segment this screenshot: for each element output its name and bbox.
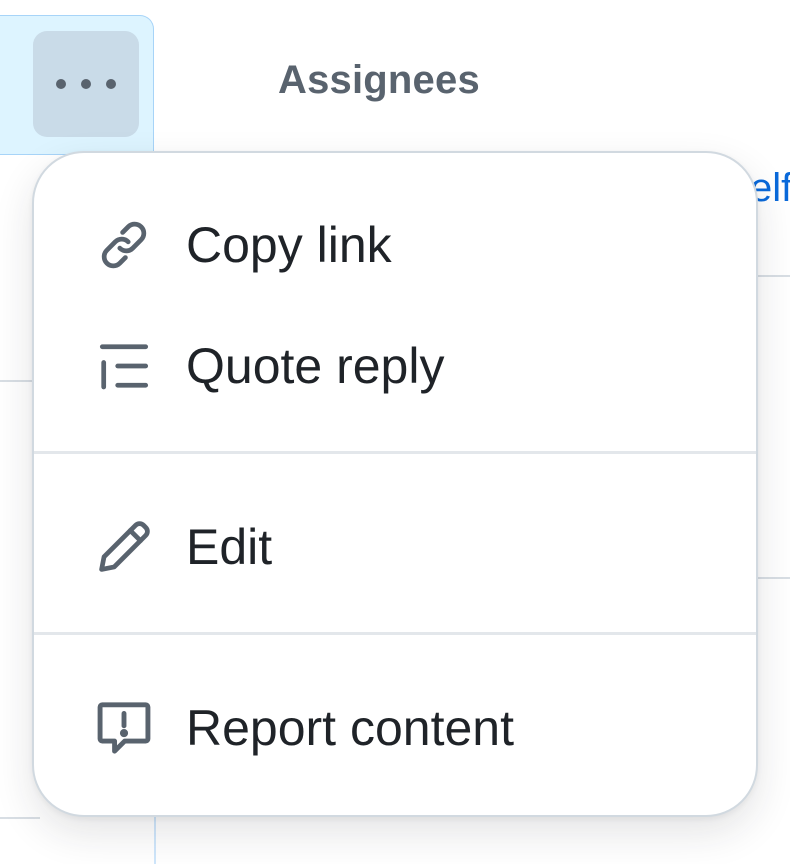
report-icon	[94, 698, 154, 758]
menu-item-label: Edit	[186, 519, 273, 575]
menu-item-quote-reply[interactable]: Quote reply	[34, 311, 756, 421]
menu-item-report-content[interactable]: Report content	[34, 673, 756, 783]
menu-divider	[34, 451, 756, 454]
assignees-heading: Assignees	[278, 58, 480, 102]
more-options-button[interactable]	[33, 31, 139, 137]
link-icon	[94, 215, 154, 275]
menu-item-label: Quote reply	[186, 338, 445, 394]
menu-item-copy-link[interactable]: Copy link	[34, 190, 756, 300]
pencil-icon	[94, 517, 154, 577]
quote-icon	[94, 336, 154, 396]
menu-item-edit[interactable]: Edit	[34, 492, 756, 602]
stage: Assignees elf Copy link Quote reply Edit…	[0, 0, 790, 864]
comment-actions-menu: Copy link Quote reply Edit Report conten…	[32, 151, 758, 817]
menu-divider	[34, 632, 756, 635]
menu-item-label: Copy link	[186, 217, 392, 273]
menu-item-label: Report content	[186, 700, 514, 756]
divider	[0, 817, 40, 819]
kebab-horizontal-icon	[56, 79, 116, 89]
